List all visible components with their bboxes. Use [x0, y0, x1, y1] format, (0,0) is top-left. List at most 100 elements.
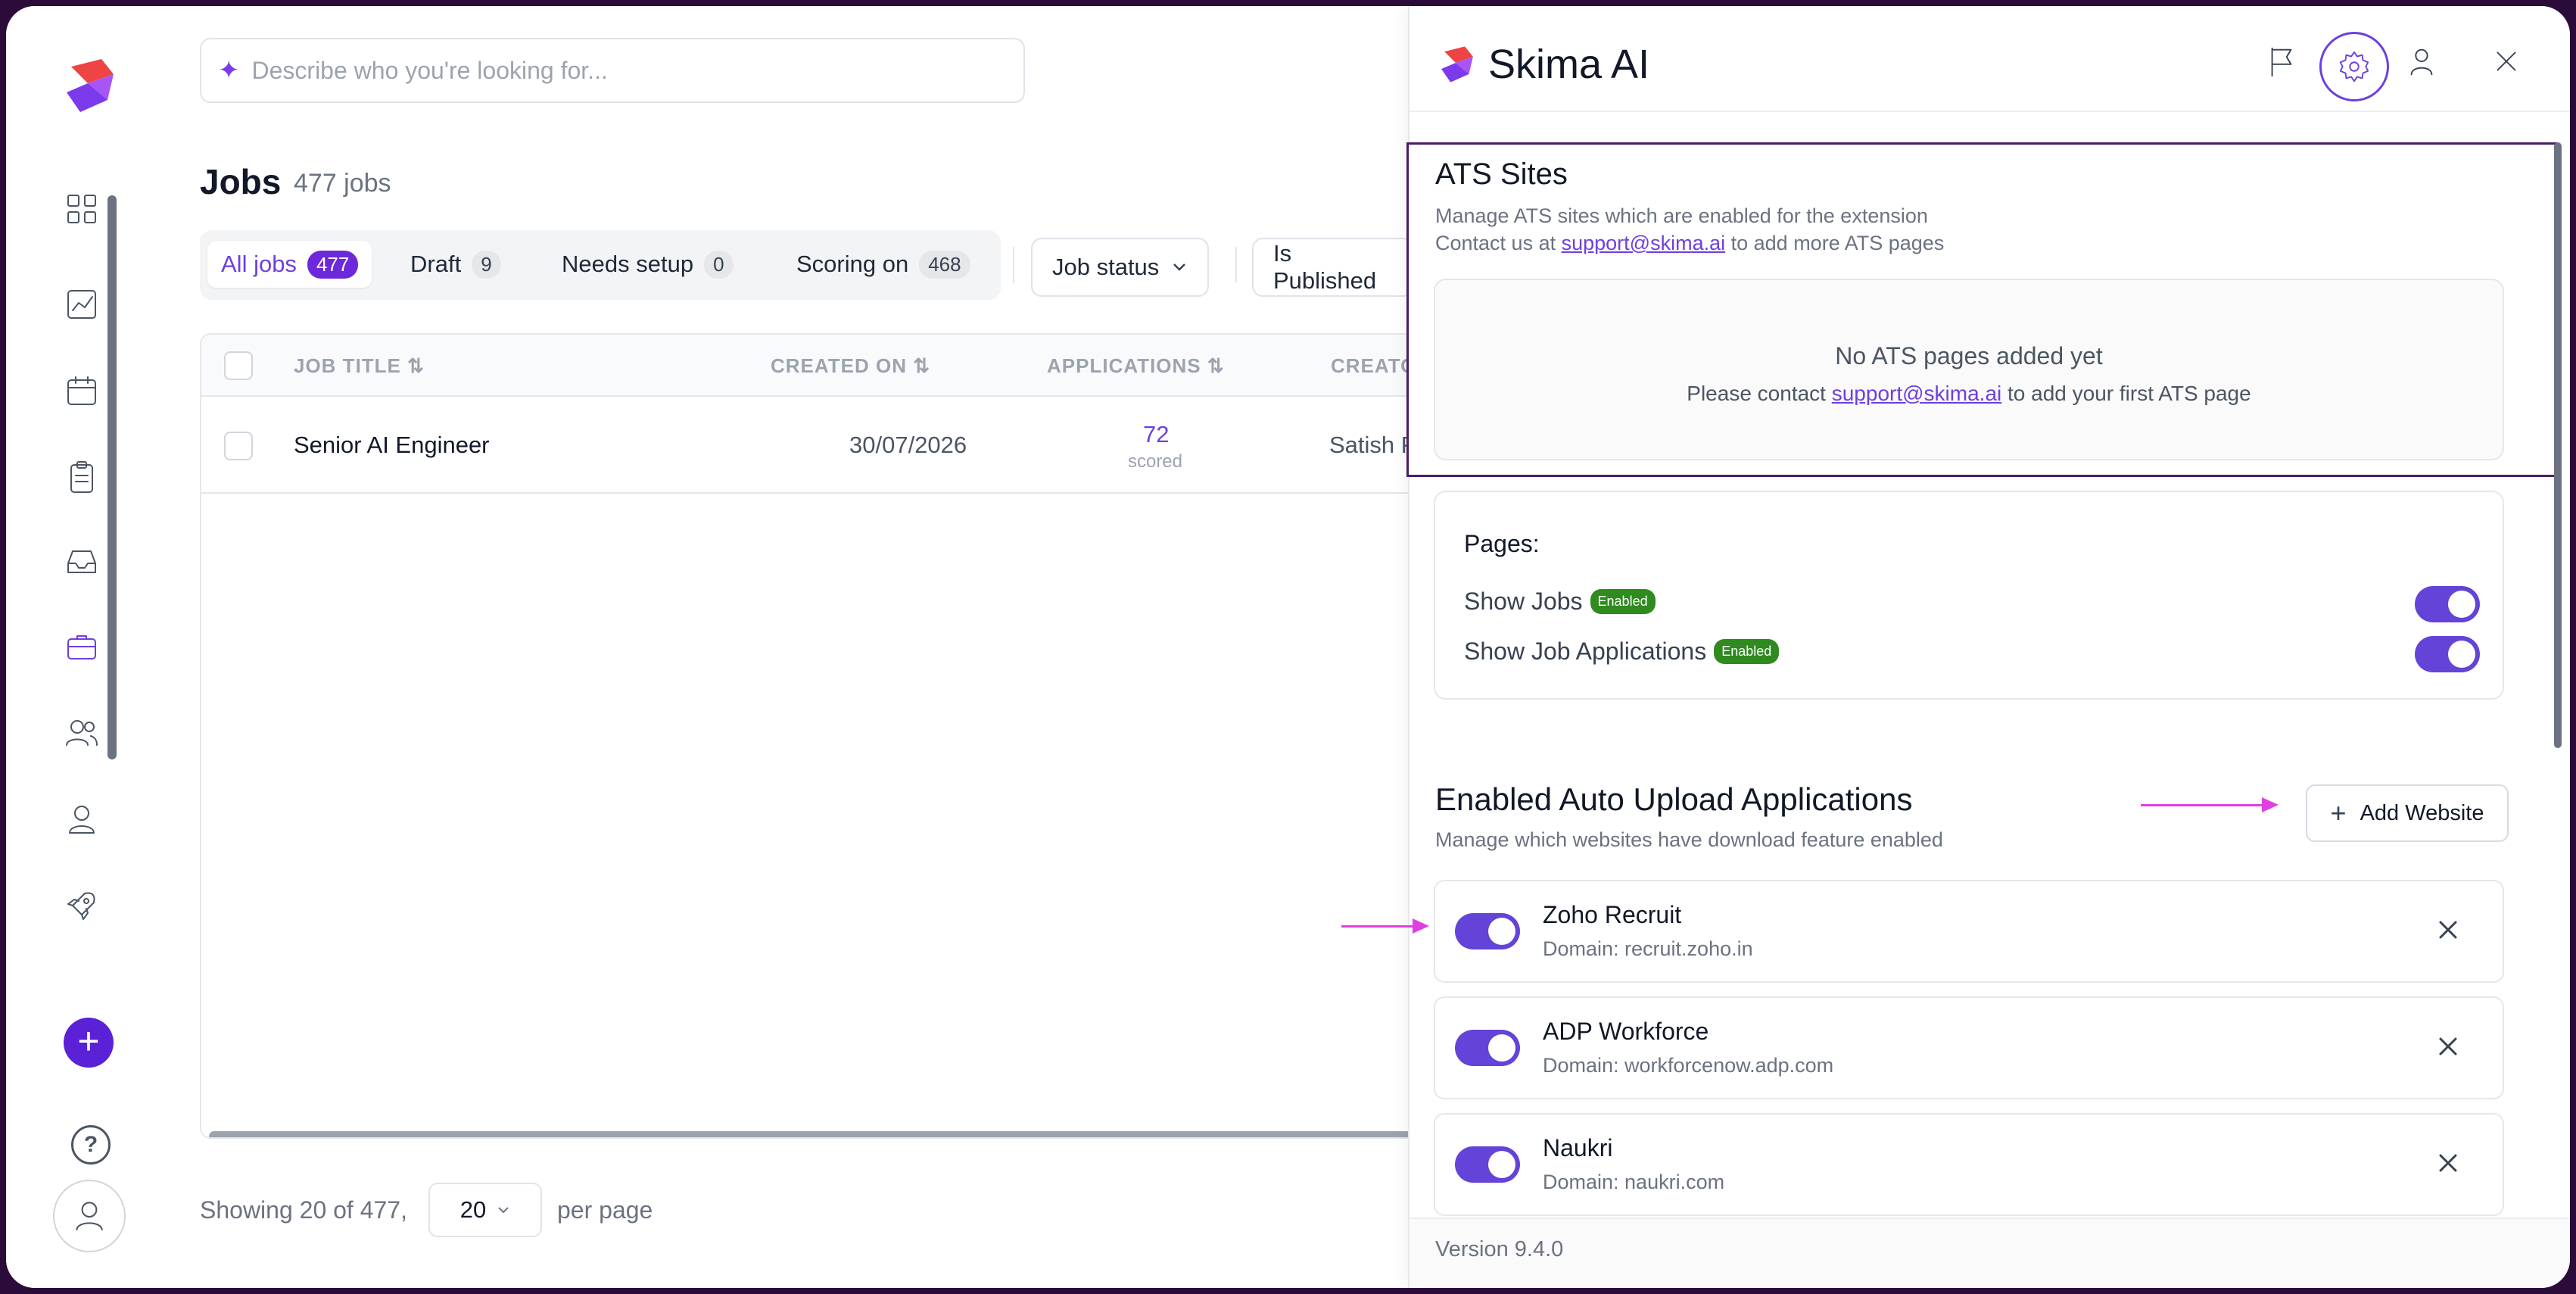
per-page-label: per page — [557, 1196, 653, 1224]
tab-draft[interactable]: Draft 9 — [397, 241, 515, 288]
support-email-link[interactable]: support@skima.ai — [1832, 382, 2002, 405]
panel-footer: Version 9.4.0 — [1409, 1218, 2570, 1288]
brand-name: Skima AI — [1488, 42, 1650, 87]
remove-site-icon[interactable] — [2430, 1145, 2466, 1181]
app-window: + ? ✦ Jobs 477 jobs All jobs 477 Draft 9… — [6, 6, 2570, 1288]
pages-settings: Pages: Show Jobs Enabled Show Job Applic… — [1434, 491, 2504, 700]
remove-site-icon[interactable] — [2430, 912, 2466, 948]
jobs-count: 477 jobs — [294, 169, 391, 198]
site-name: ADP Workforce — [1543, 1018, 1709, 1045]
job-status-filter[interactable]: Job status — [1031, 238, 1210, 297]
annotation-arrow — [1341, 918, 1429, 934]
tab-count: 477 — [307, 250, 359, 279]
ats-sites-desc: Manage ATS sites which are enabled for t… — [1435, 204, 1928, 227]
per-page-value: 20 — [459, 1196, 487, 1223]
filter-label: Is Published — [1273, 240, 1377, 294]
col-job-title[interactable]: JOB TITLE ⇅ — [294, 354, 425, 378]
created-on: 30/07/2026 — [849, 432, 967, 458]
tab-label: Needs setup — [562, 251, 694, 277]
job-title[interactable]: Senior AI Engineer — [294, 432, 490, 459]
show-job-applications-label: Show Job Applications — [1464, 638, 1707, 665]
support-email-link[interactable]: support@skima.ai — [1562, 232, 1726, 254]
show-job-applications-row: Show Job Applications Enabled — [1464, 638, 1780, 666]
tab-needs-setup[interactable]: Needs setup 0 — [548, 241, 747, 288]
status-badge: Enabled — [1714, 639, 1780, 664]
col-creator[interactable]: CREATO — [1331, 354, 1416, 378]
search-input[interactable] — [250, 55, 935, 86]
close-icon[interactable] — [2483, 38, 2530, 85]
extension-panel: Skima AI ATS Sites Manage ATS sites whic… — [1406, 6, 2570, 1288]
tab-label: Draft — [410, 251, 462, 277]
site-toggle[interactable] — [1455, 913, 1520, 949]
analytics-icon[interactable] — [61, 283, 103, 326]
filter-label: Job status — [1052, 254, 1160, 280]
calendar-icon[interactable] — [61, 369, 103, 412]
tab-scoring-on[interactable]: Scoring on 468 — [783, 241, 984, 288]
empty-title: No ATS pages added yet — [1835, 342, 2103, 369]
tab-label: Scoring on — [796, 251, 909, 277]
candidates-icon[interactable] — [61, 712, 103, 754]
candidate-search[interactable]: ✦ — [200, 38, 1025, 103]
col-created-on[interactable]: CREATED ON ⇅ — [771, 354, 930, 378]
applications-count[interactable]: 72 — [1143, 421, 1169, 448]
panel-scrollbar[interactable] — [2554, 142, 2562, 748]
clipboard-icon[interactable] — [61, 456, 103, 498]
flag-icon[interactable] — [2259, 38, 2306, 85]
jobs-table: JOB TITLE ⇅ CREATED ON ⇅ APPLICATIONS ⇅ … — [200, 333, 1429, 1139]
brand: Skima AI — [1435, 41, 1649, 88]
show-job-applications-toggle[interactable] — [2415, 636, 2480, 672]
version-label: Version 9.4.0 — [1435, 1237, 1564, 1261]
profile-icon[interactable] — [2398, 38, 2445, 85]
tab-count: 0 — [704, 250, 734, 279]
sidebar-scrollbar[interactable] — [107, 195, 117, 759]
dashboard-icon[interactable] — [61, 188, 103, 230]
ats-contact-line: Contact us at support@skima.ai to add mo… — [1435, 232, 1945, 254]
chevron-down-icon — [1173, 263, 1186, 271]
site-domain: Domain: naukri.com — [1543, 1171, 1725, 1193]
per-page-select[interactable]: 20 — [428, 1183, 542, 1237]
job-tabs: All jobs 477 Draft 9 Needs setup 0 Scori… — [200, 230, 1001, 300]
rocket-icon[interactable] — [61, 884, 103, 927]
ats-sites-title: ATS Sites — [1435, 157, 1568, 191]
site-domain: Domain: workforcenow.adp.com — [1543, 1054, 1834, 1077]
tab-count: 468 — [919, 250, 970, 279]
is-published-filter[interactable]: Is Published — [1252, 238, 1414, 297]
help-icon[interactable]: ? — [71, 1125, 111, 1165]
table-header: JOB TITLE ⇅ CREATED ON ⇅ APPLICATIONS ⇅ … — [201, 335, 1428, 397]
tab-label: All jobs — [221, 251, 297, 277]
select-all-checkbox[interactable] — [224, 351, 253, 380]
tab-all-jobs[interactable]: All jobs 477 — [207, 241, 372, 288]
page-title: Jobs — [200, 162, 282, 201]
site-toggle[interactable] — [1455, 1030, 1520, 1066]
main-content: ✦ Jobs 477 jobs All jobs 477 Draft 9 Nee… — [150, 6, 1429, 1288]
auto-upload-title: Enabled Auto Upload Applications — [1435, 781, 1913, 817]
skima-logo[interactable] — [58, 53, 123, 118]
remove-site-icon[interactable] — [2430, 1028, 2466, 1065]
skima-logo — [1441, 46, 1473, 83]
site-name: Zoho Recruit — [1543, 901, 1682, 928]
avatar[interactable] — [53, 1180, 126, 1252]
site-domain: Domain: recruit.zoho.in — [1543, 937, 1753, 960]
site-toggle[interactable] — [1455, 1146, 1520, 1183]
inbox-icon[interactable] — [61, 541, 103, 583]
show-jobs-toggle[interactable] — [2415, 586, 2480, 622]
site-card-naukri: Naukri Domain: naukri.com — [1434, 1113, 2504, 1216]
jobs-briefcase-icon[interactable] — [61, 625, 103, 668]
ats-empty-state: No ATS pages added yet Please contact su… — [1434, 279, 2504, 460]
panel-header: Skima AI — [1409, 6, 2570, 112]
divider — [1013, 247, 1014, 283]
user-icon[interactable] — [61, 798, 103, 840]
add-button[interactable]: + — [64, 1018, 114, 1068]
settings-gear-icon[interactable] — [2319, 32, 2389, 101]
site-name: Naukri — [1543, 1134, 1613, 1161]
col-applications[interactable]: APPLICATIONS ⇅ — [1047, 354, 1225, 378]
add-website-button[interactable]: + Add Website — [2306, 784, 2509, 842]
horizontal-scrollbar[interactable] — [209, 1131, 1428, 1137]
empty-desc: Please contact support@skima.ai to add y… — [1687, 382, 2251, 405]
auto-upload-desc: Manage which websites have download feat… — [1435, 828, 1943, 851]
table-row[interactable]: Senior AI Engineer 30/07/2026 72 scored … — [201, 397, 1428, 494]
sidebar: + ? — [6, 6, 151, 1288]
row-checkbox[interactable] — [224, 432, 253, 460]
sparkle-icon: ✦ — [218, 56, 240, 85]
applications-sub: scored — [1127, 451, 1183, 472]
